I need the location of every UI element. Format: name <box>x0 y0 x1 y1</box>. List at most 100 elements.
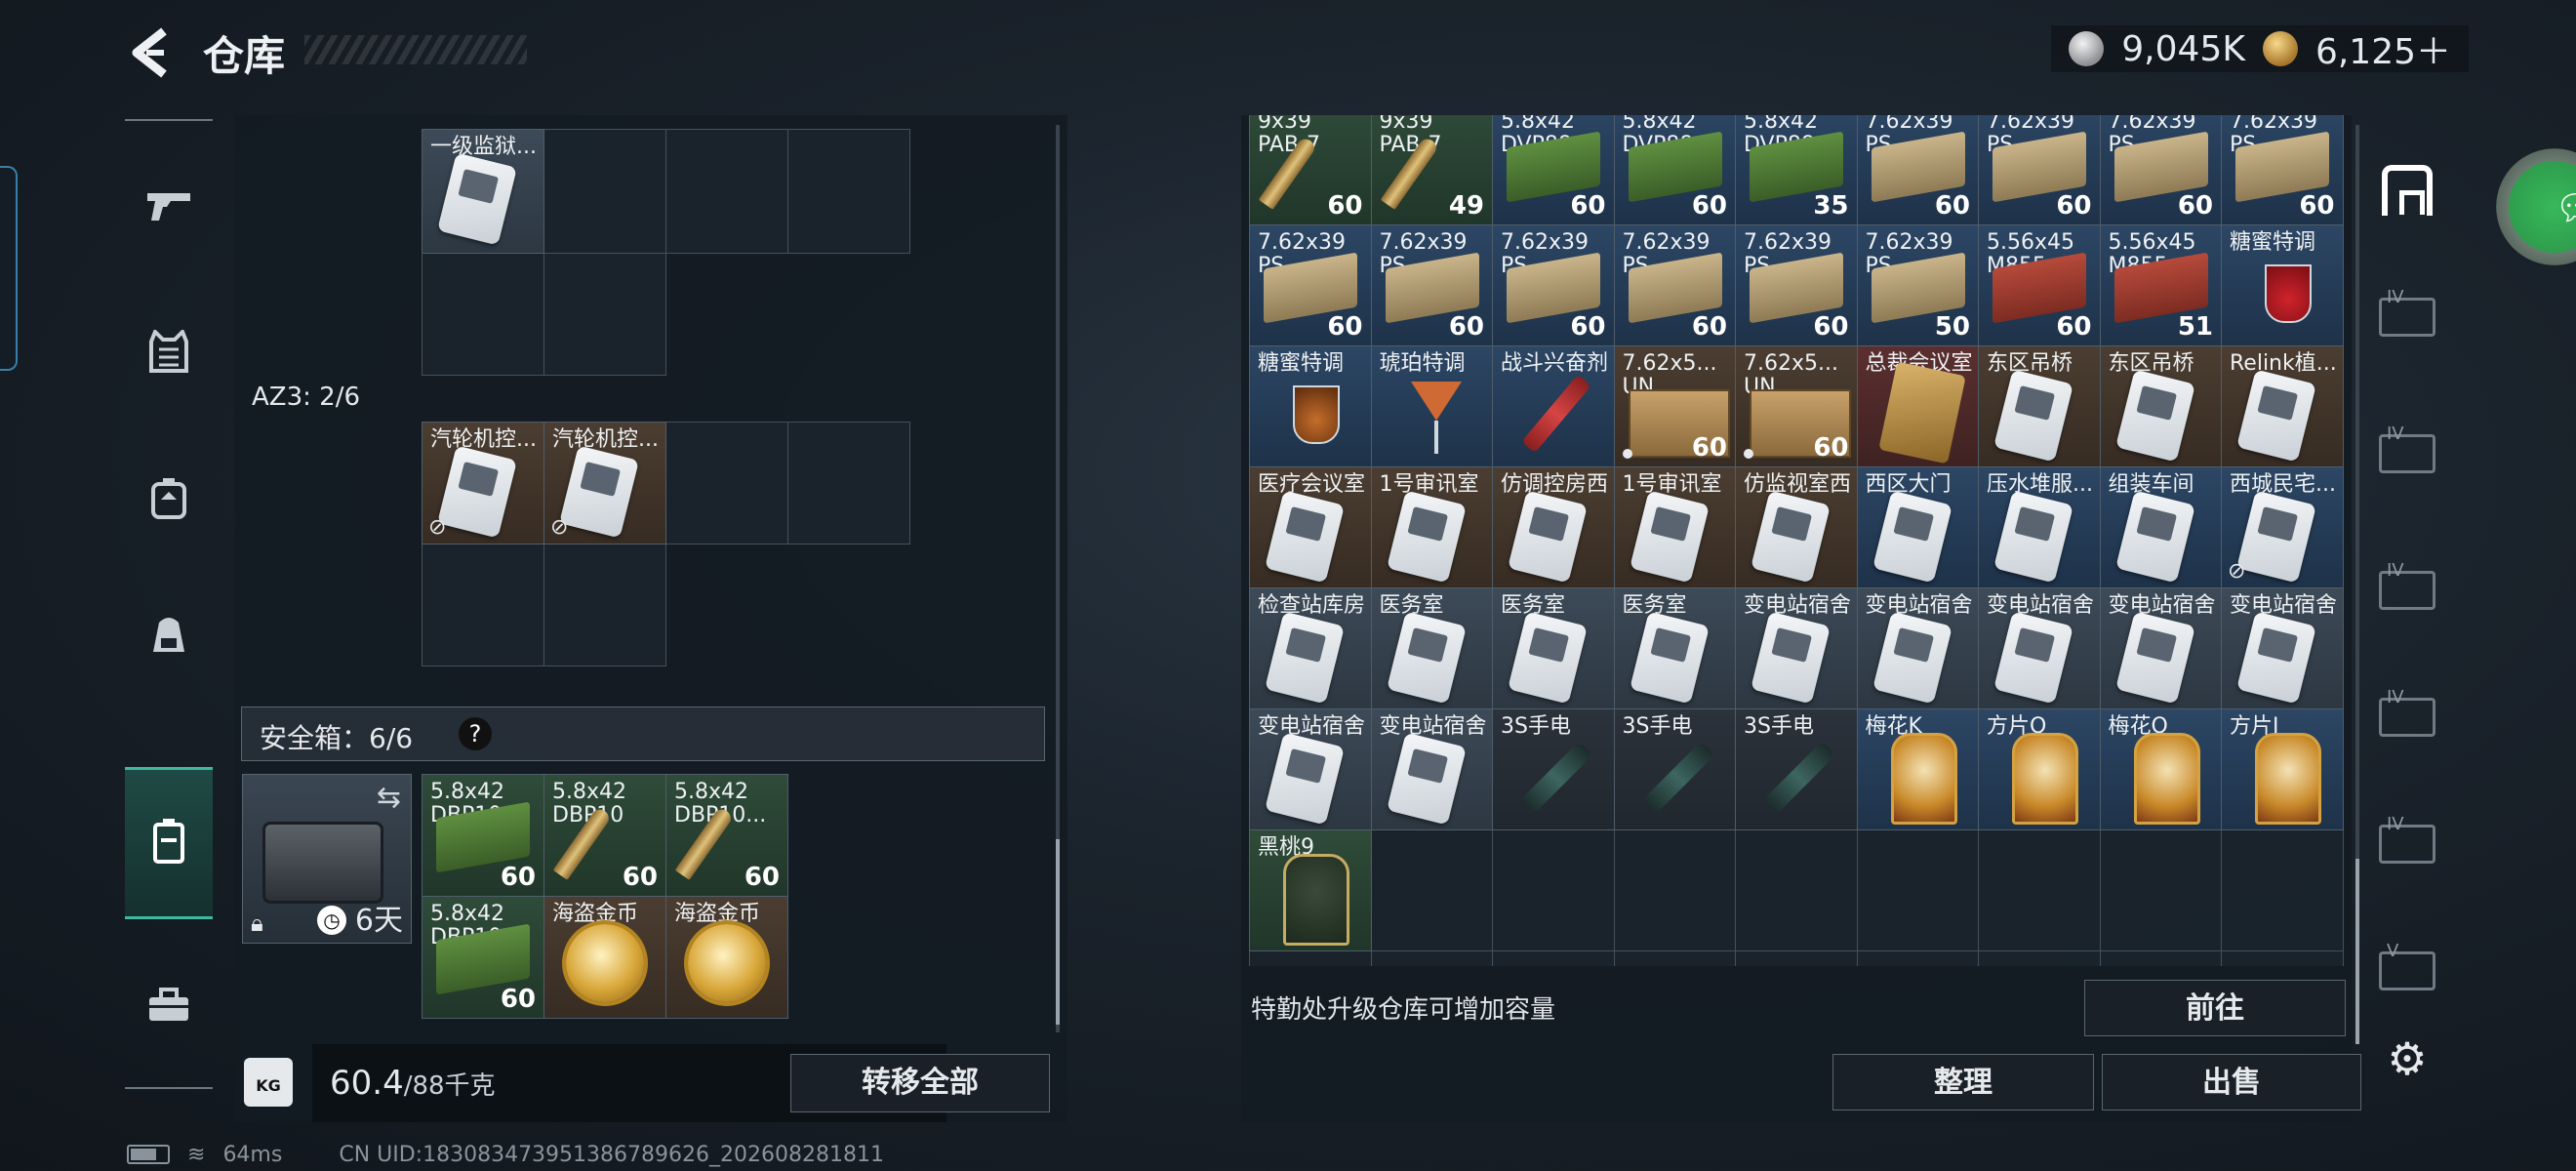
floating-chat-button[interactable]: 💬︎ <box>2496 148 2576 265</box>
grid-cell[interactable] <box>2099 829 2222 951</box>
grid-cell[interactable] <box>1370 950 1493 966</box>
grid-cell[interactable] <box>1856 829 1979 951</box>
inventory-item[interactable]: 西区大门 <box>1856 466 1979 588</box>
inventory-item[interactable]: 一级监狱... <box>422 129 544 254</box>
inventory-item[interactable]: Relink植... <box>2221 345 2344 467</box>
inventory-item[interactable]: 5.8x42 DVP8835 <box>1735 115 1858 225</box>
inventory-item[interactable]: 糖蜜特调 <box>1249 345 1372 467</box>
tab-extra-storage-5[interactable]: IV <box>2373 810 2441 878</box>
inventory-item[interactable]: 仿监视室西 <box>1735 466 1858 588</box>
grid-cell[interactable] <box>2221 829 2344 951</box>
inventory-item[interactable]: 变电站宿舍 <box>1249 708 1372 830</box>
grid-cell[interactable] <box>1249 950 1372 966</box>
scrollbar-thumb[interactable] <box>1056 839 1060 1025</box>
grid-cell[interactable] <box>543 253 666 376</box>
grid-cell[interactable] <box>2099 950 2222 966</box>
grid-cell[interactable] <box>543 544 666 666</box>
inventory-item[interactable]: 5.8x42 DBP10 60 <box>543 774 666 897</box>
grid-cell[interactable] <box>1978 829 2101 951</box>
grid-cell[interactable] <box>1978 950 2101 966</box>
inventory-item[interactable]: 3S手电 <box>1613 708 1736 830</box>
back-arrow-icon[interactable] <box>125 25 178 80</box>
tab-extra-storage-3[interactable]: IV <box>2373 556 2441 625</box>
inventory-item[interactable]: 1号审讯室 <box>1370 466 1493 588</box>
inventory-item[interactable]: 东区吊桥 <box>1978 345 2101 467</box>
inventory-item[interactable]: 汽轮机控... ⊘ <box>422 422 544 545</box>
inventory-item[interactable]: 5.56x45 M85560 <box>1978 224 2101 346</box>
swap-icon[interactable]: ⇆ <box>377 781 401 815</box>
inventory-item[interactable]: 检查站库房 <box>1249 587 1372 709</box>
goto-button[interactable]: 前往 <box>2084 980 2346 1036</box>
settings-button[interactable]: ⚙ <box>2373 1025 2441 1093</box>
grid-cell[interactable] <box>422 253 544 376</box>
inventory-item[interactable]: 糖蜜特调 <box>2221 224 2344 346</box>
inventory-item[interactable]: 7.62x5... UN 60 <box>1735 345 1858 467</box>
inventory-item[interactable]: 5.8x42 DBP10 60 <box>422 774 544 897</box>
grid-cell[interactable] <box>2221 950 2344 966</box>
tab-extra-storage-2[interactable]: IV <box>2373 420 2441 488</box>
inventory-item[interactable]: 梅花K <box>1856 708 1979 830</box>
grid-cell[interactable] <box>1856 950 1979 966</box>
grid-cell[interactable] <box>1735 950 1858 966</box>
inventory-item[interactable]: 医务室 <box>1613 587 1736 709</box>
nav-item-weapons[interactable] <box>125 154 213 262</box>
scrollbar-thumb[interactable] <box>2355 859 2359 1044</box>
sell-button[interactable]: 出售 <box>2102 1054 2361 1110</box>
inventory-item[interactable]: 9x39 PAB-7 60 <box>1249 115 1372 225</box>
tab-extra-storage-6[interactable]: V <box>2373 937 2441 1005</box>
inventory-item[interactable]: 7.62x39 PS 60 <box>1370 224 1493 346</box>
inventory-item[interactable]: 7.62x39 PS 60 <box>1492 224 1615 346</box>
inventory-item[interactable]: 海盗金币 <box>543 896 666 1019</box>
inventory-item[interactable]: 西城民宅... ⊘ <box>2221 466 2344 588</box>
inventory-item[interactable]: 琥珀特调 <box>1370 345 1493 467</box>
inventory-item[interactable]: 3S手电 <box>1735 708 1858 830</box>
nav-item-armor[interactable] <box>125 301 213 408</box>
inventory-item[interactable]: 方片Q <box>1978 708 2101 830</box>
inventory-item[interactable]: 5.8x42 DVP8860 <box>1613 115 1736 225</box>
inventory-item[interactable]: 变电站宿舍 <box>2099 587 2222 709</box>
inventory-item[interactable]: 梅花Q <box>2099 708 2222 830</box>
inventory-item[interactable]: 医疗会议室 <box>1249 466 1372 588</box>
nav-item-rig[interactable] <box>125 447 213 554</box>
transfer-all-button[interactable]: 转移全部 <box>790 1054 1050 1112</box>
inventory-item[interactable]: 东区吊桥 <box>2099 345 2222 467</box>
grid-cell[interactable] <box>1492 950 1615 966</box>
nav-item-safe-box[interactable] <box>125 767 213 919</box>
inventory-item[interactable]: 仿调控房西 <box>1492 466 1615 588</box>
inventory-item[interactable]: 压水堆服... <box>1978 466 2101 588</box>
tab-extra-storage-1[interactable]: IV <box>2373 283 2441 351</box>
inventory-item[interactable]: 海盗金币 <box>665 896 788 1019</box>
inventory-item[interactable]: 7.62x39 PS 60 <box>1613 224 1736 346</box>
inventory-item[interactable]: 组装车间 <box>2099 466 2222 588</box>
grid-cell[interactable] <box>787 422 910 545</box>
grid-cell[interactable] <box>665 129 788 254</box>
inventory-item[interactable]: 5.8x42 DBP10... 60 <box>665 774 788 897</box>
grid-cell[interactable] <box>1735 829 1858 951</box>
tab-main-storage[interactable] <box>2373 156 2441 224</box>
inventory-item[interactable]: 总裁会议室 <box>1856 345 1979 467</box>
inventory-item[interactable]: 战斗兴奋剂 <box>1492 345 1615 467</box>
inventory-item[interactable]: 7.62x39 PS 60 <box>1856 115 1979 225</box>
inventory-item[interactable]: 变电站宿舍 <box>1735 587 1858 709</box>
grid-cell[interactable] <box>787 129 910 254</box>
safe-box-slot[interactable]: ⇆ 🔒︎ ◷ 6天 <box>242 774 412 944</box>
nav-item-backpack[interactable] <box>125 584 213 691</box>
help-icon[interactable]: ? <box>459 717 492 750</box>
left-edge-tab[interactable] <box>0 166 18 371</box>
inventory-item[interactable]: 黑桃9 <box>1249 829 1372 951</box>
inventory-item[interactable]: 变电站宿舍 <box>1370 708 1493 830</box>
grid-cell[interactable] <box>1492 829 1615 951</box>
inventory-item[interactable]: 变电站宿舍 <box>2221 587 2344 709</box>
grid-cell[interactable] <box>422 544 544 666</box>
inventory-item[interactable]: 方片J <box>2221 708 2344 830</box>
inventory-item[interactable]: 7.62x39 PS 60 <box>2099 115 2222 225</box>
tab-extra-storage-4[interactable]: IV <box>2373 683 2441 751</box>
grid-cell[interactable] <box>1613 950 1736 966</box>
grid-cell[interactable] <box>543 129 666 254</box>
inventory-item[interactable]: 变电站宿舍 <box>1978 587 2101 709</box>
nav-item-toolbox[interactable] <box>125 954 213 1062</box>
inventory-item[interactable]: 5.8x42 DVP8860 <box>1492 115 1615 225</box>
inventory-item[interactable]: 7.62x39 PS 60 <box>2221 115 2344 225</box>
sort-button[interactable]: 整理 <box>1832 1054 2094 1110</box>
inventory-item[interactable]: 7.62x39 PS 60 <box>1735 224 1858 346</box>
